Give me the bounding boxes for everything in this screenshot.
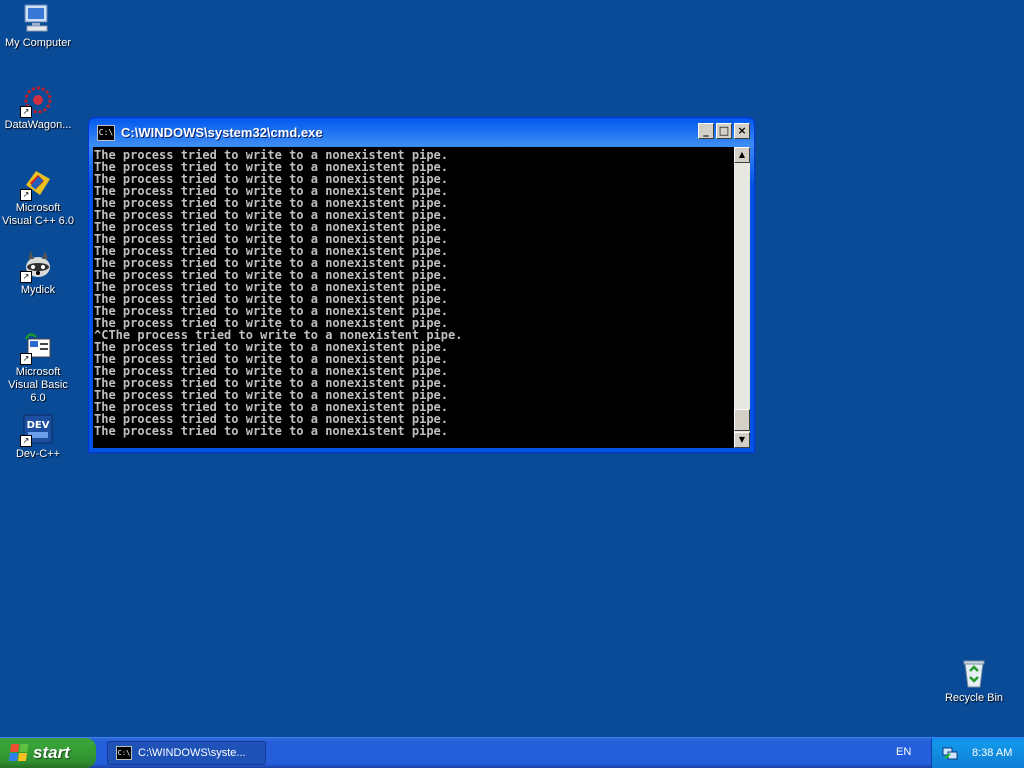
desktop-icon-label: Microsoft Visual C++ 6.0	[2, 202, 74, 227]
clock[interactable]: 8:38 AM	[972, 747, 1012, 759]
close-button[interactable]: ×	[734, 123, 750, 139]
desktop-icon-datawagon[interactable]: ↗ DataWagon...	[0, 84, 78, 132]
system-tray: 8:38 AM	[931, 738, 1024, 768]
datawagon-icon: ↗	[20, 84, 54, 118]
windows-logo-icon	[8, 744, 30, 762]
my-computer-icon	[22, 2, 54, 34]
cmd-window[interactable]: C:\ C:\WINDOWS\system32\cmd.exe _ □ × Th…	[88, 117, 755, 453]
desktop-icon-label: My Computer	[4, 37, 72, 49]
desktop-icon-label: Recycle Bin	[944, 692, 1004, 704]
shortcut-arrow-icon: ↗	[20, 106, 32, 118]
visual-basic-icon: ↗	[20, 331, 54, 365]
desktop-icon-label: DataWagon...	[4, 119, 72, 131]
language-indicator[interactable]: EN	[896, 746, 911, 758]
desktop-icon-visual-basic[interactable]: ↗ Microsoft Visual Basic 6.0	[0, 331, 78, 405]
cmd-icon: C:\	[97, 124, 115, 141]
desktop-icon-label: Mydick	[20, 284, 56, 296]
scroll-thumb[interactable]	[734, 409, 750, 431]
svg-text:DEV: DEV	[27, 420, 50, 431]
recycle-bin-icon	[958, 657, 990, 689]
desktop-icon-recycle-bin[interactable]: Recycle Bin	[934, 657, 1014, 705]
shortcut-arrow-icon: ↗	[20, 189, 32, 201]
console-line: The process tried to write to a nonexist…	[94, 424, 449, 438]
scroll-down-button[interactable]: ▼	[734, 432, 750, 448]
raccoon-icon: ↗	[20, 249, 54, 283]
console-output[interactable]: The process tried to write to a nonexist…	[94, 149, 733, 448]
maximize-button[interactable]: □	[716, 123, 732, 139]
desktop-icon-visual-cpp[interactable]: ↗ Microsoft Visual C++ 6.0	[0, 167, 78, 228]
visual-cpp-icon: ↗	[20, 167, 54, 201]
taskbar-button-cmd[interactable]: C:\ C:\WINDOWS\syste...	[107, 741, 266, 765]
desktop-icon-label: Microsoft Visual Basic 6.0	[8, 366, 68, 404]
minimize-button[interactable]: _	[698, 123, 714, 139]
start-label: start	[33, 743, 70, 762]
shortcut-arrow-icon: ↗	[20, 271, 32, 283]
desktop-icon-my-computer[interactable]: My Computer	[0, 2, 78, 50]
window-titlebar[interactable]: C:\ C:\WINDOWS\system32\cmd.exe _ □ ×	[89, 118, 754, 147]
taskbar: start C:\ C:\WINDOWS\syste... EN 8:38 AM	[0, 737, 1024, 768]
scroll-up-button[interactable]: ▲	[734, 147, 750, 163]
window-title: C:\WINDOWS\system32\cmd.exe	[121, 125, 323, 140]
start-button[interactable]: start	[0, 738, 96, 768]
network-icon[interactable]	[942, 745, 958, 761]
console-client-area[interactable]: The process tried to write to a nonexist…	[93, 147, 750, 448]
taskbar-button-label: C:\WINDOWS\syste...	[138, 747, 246, 759]
shortcut-arrow-icon: ↗	[20, 435, 32, 447]
desktop-icon-dev-cpp[interactable]: DEV ↗ Dev-C++	[0, 413, 78, 461]
shortcut-arrow-icon: ↗	[20, 353, 32, 365]
desktop-icon-label: Dev-C++	[15, 448, 61, 460]
window-controls: _ □ ×	[698, 123, 750, 139]
vertical-scrollbar[interactable]: ▲ ▼	[734, 147, 750, 448]
cmd-icon: C:\	[116, 746, 132, 760]
dev-cpp-icon: DEV ↗	[20, 413, 54, 447]
desktop-icon-mydick[interactable]: ↗ Mydick	[0, 249, 78, 297]
